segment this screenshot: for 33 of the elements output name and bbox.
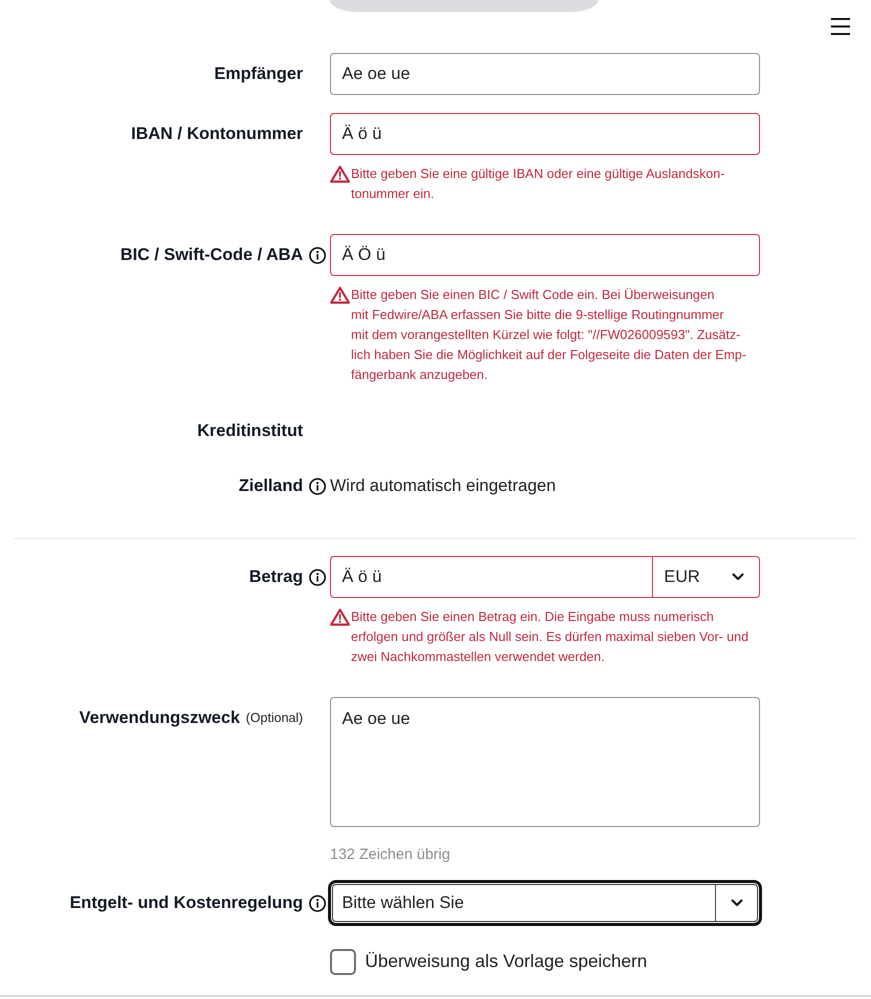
field-label: Verwendungszweck bbox=[79, 707, 240, 730]
error-message: Bitte geben Sie eine gültige IBAN oder eine gültige Auslandskon- tonummer ein. bbox=[351, 165, 725, 203]
field-label: Kreditinstitut bbox=[197, 420, 303, 442]
field-label: Empfänger bbox=[214, 63, 303, 86]
currency-select[interactable]: EUR bbox=[652, 556, 760, 598]
warning-icon bbox=[330, 608, 350, 626]
field-value: Wird automatisch eingetragen bbox=[330, 475, 556, 498]
error-message: Bitte geben Sie einen Betrag ein. Die Eingabe muss numerisch erfolgen und größer als Null sein. Es dürfen maximal sieben Vor- und zwei Nachkommastellen verwendet werden. bbox=[351, 608, 748, 666]
menu-icon[interactable] bbox=[831, 18, 850, 35]
character-counter: 132 Zeichen übrig bbox=[330, 845, 450, 865]
field-label: IBAN / Kontonummer bbox=[131, 123, 303, 146]
field-label: Entgelt- und Kostenregelung bbox=[70, 892, 303, 914]
field-label: Zielland bbox=[238, 475, 303, 498]
chevron-down-icon bbox=[732, 573, 744, 581]
text-area[interactable]: Ae oe ue bbox=[330, 697, 760, 827]
info-icon[interactable] bbox=[309, 894, 326, 912]
optional-note: (Optional) bbox=[246, 709, 303, 728]
field-label: BIC / Swift-Code / ABA bbox=[120, 244, 303, 266]
text-input[interactable]: Ae oe ue bbox=[330, 53, 760, 95]
amount-input[interactable]: Ä ö ü bbox=[330, 556, 652, 598]
warning-icon bbox=[330, 286, 350, 304]
text-input[interactable]: Ä Ö ü bbox=[330, 234, 760, 276]
warning-icon bbox=[330, 165, 350, 183]
info-icon[interactable] bbox=[309, 246, 326, 264]
select-dropdown[interactable]: Bitte wählen Sie bbox=[328, 880, 762, 926]
checkbox[interactable] bbox=[330, 948, 356, 974]
info-icon[interactable] bbox=[309, 478, 326, 494]
text-input[interactable]: Ä ö ü bbox=[330, 113, 760, 155]
field-label: Betrag bbox=[249, 566, 303, 588]
error-message: Bitte geben Sie einen BIC / Swift Code ein. Bei Überweisungen mit Fedwire/ABA erfassen Sie bitte die 9-stellige Routingnummer mit dem vorangestellten Kürzel wie folgt: "//FW026009593". Zusätz- lich haben Sie die Möglichkeit auf der Folgeseite die Daten der Emp- fängerbank anzugeben. bbox=[351, 286, 746, 384]
checkbox-label: Überweisung als Vorlage speichern bbox=[365, 950, 648, 973]
info-icon[interactable] bbox=[309, 568, 326, 586]
chevron-down-icon bbox=[730, 899, 742, 907]
